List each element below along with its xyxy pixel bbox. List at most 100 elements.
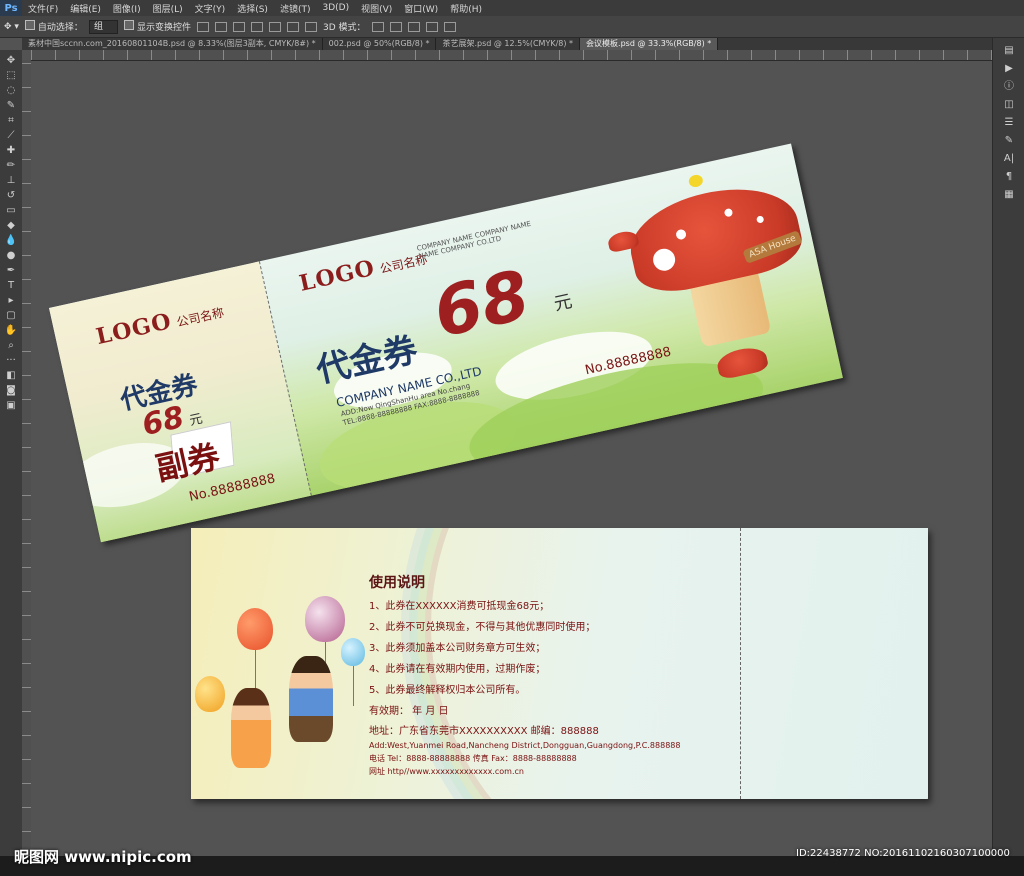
3d-rotate-icon[interactable] bbox=[371, 21, 384, 32]
stamp-icon[interactable]: ⊥ bbox=[4, 174, 18, 187]
hand-icon[interactable]: ✋ bbox=[4, 324, 18, 337]
options-bar: ✥ ▾ 自动选择： 组 显示变换控件 3D 模式： bbox=[0, 16, 1024, 38]
perforation-line bbox=[740, 528, 741, 799]
menu-edit[interactable]: 编辑(E) bbox=[64, 2, 107, 15]
mode-3d-label: 3D 模式： bbox=[322, 23, 366, 33]
main-amount: 68 bbox=[427, 255, 537, 354]
document-canvas[interactable]: LOGO 公司名称 代金券 68 元 副券 No.88888888 LOGO 公… bbox=[31, 61, 992, 856]
blur-icon[interactable]: 💧 bbox=[4, 234, 18, 247]
properties-panel-icon[interactable]: ▶ bbox=[1000, 62, 1018, 76]
show-transform-checkbox[interactable]: 显示变换控件 bbox=[123, 20, 191, 33]
move-icon[interactable]: ✥ bbox=[4, 54, 18, 67]
rule-item: 4、此券请在有效期内使用，过期作废； bbox=[369, 664, 546, 675]
menu-bar: Ps 文件(F) 编辑(E) 图像(I) 图层(L) 文字(Y) 选择(S) 滤… bbox=[0, 0, 1024, 16]
balloon bbox=[341, 638, 365, 666]
voucher-front: LOGO 公司名称 代金券 68 元 副券 No.88888888 LOGO 公… bbox=[49, 143, 843, 543]
lasso-icon[interactable]: ◌ bbox=[4, 84, 18, 97]
history-brush-icon[interactable]: ↺ bbox=[4, 189, 18, 202]
marquee-icon[interactable]: ⬚ bbox=[4, 69, 18, 82]
document-tab[interactable]: 002.psd @ 50%(RGB/8) * bbox=[323, 38, 437, 50]
paragraph-panel-icon[interactable]: ¶ bbox=[1000, 170, 1018, 184]
menu-select[interactable]: 选择(S) bbox=[231, 2, 274, 15]
brush-icon[interactable]: ✏ bbox=[4, 159, 18, 172]
menu-image[interactable]: 图像(I) bbox=[107, 2, 147, 15]
balloon-string bbox=[353, 666, 354, 706]
shape-icon[interactable]: ▢ bbox=[4, 309, 18, 322]
contact-info: 地址：广东省东莞市XXXXXXXXXX 邮编：888888 Add:West,Y… bbox=[369, 724, 680, 778]
watermark-right: ID:22438772 NO:20161102160307100000 bbox=[796, 848, 1010, 859]
pen-icon[interactable]: ✒ bbox=[4, 264, 18, 277]
validity-line: 有效期： 年 月 日 bbox=[369, 706, 449, 717]
girl-illustration bbox=[231, 688, 271, 768]
distribute-icon[interactable] bbox=[304, 21, 317, 32]
chick-illustration bbox=[687, 173, 704, 189]
menu-file[interactable]: 文件(F) bbox=[22, 2, 64, 15]
menu-type[interactable]: 文字(Y) bbox=[189, 2, 232, 15]
3d-slide-icon[interactable] bbox=[425, 21, 438, 32]
mushroom-spot bbox=[651, 246, 678, 273]
photoshop-logo: Ps bbox=[0, 0, 22, 16]
3d-scale-icon[interactable] bbox=[443, 21, 456, 32]
zoom-icon[interactable]: ⌕ bbox=[4, 339, 18, 352]
document-tab[interactable]: 茶艺展架.psd @ 12.5%(CMYK/8) * bbox=[436, 38, 581, 50]
character-panel-icon[interactable]: A| bbox=[1000, 152, 1018, 166]
voucher-back: 使用说明 1、此券在XXXXXX消费可抵现金68元； 2、此券不可兑换现金，不得… bbox=[191, 528, 928, 799]
screen-mode-icon[interactable]: ▣ bbox=[4, 399, 18, 412]
mushroom-spot bbox=[756, 215, 765, 224]
info-panel-icon[interactable]: ⓘ bbox=[1000, 80, 1018, 94]
path-select-icon[interactable]: ▸ bbox=[4, 294, 18, 307]
eyedropper-icon[interactable]: ⟋ bbox=[4, 129, 18, 142]
eraser-icon[interactable]: ▭ bbox=[4, 204, 18, 217]
web-line: 网址 http//www.xxxxxxxxxxxxx.com.cn bbox=[369, 767, 524, 776]
channels-panel-icon[interactable]: ☰ bbox=[1000, 116, 1018, 130]
menu-3d[interactable]: 3D(D) bbox=[316, 3, 355, 13]
main-company-en: COMPANY NAME COMPANY NAME NAME COMPANY C… bbox=[416, 220, 533, 261]
horizontal-ruler bbox=[31, 50, 992, 61]
toolbox: ✥ ⬚ ◌ ✎ ⌗ ⟋ ✚ ✏ ⊥ ↺ ▭ ◆ 💧 ● ✒ T ▸ ▢ ✋ ⌕ … bbox=[0, 50, 22, 860]
right-panel-dock: ▤ ▶ ⓘ ◫ ☰ ✎ A| ¶ ▦ bbox=[992, 38, 1024, 862]
more-tools-icon[interactable]: ··· bbox=[4, 354, 18, 367]
layers-panel-icon[interactable]: ◫ bbox=[1000, 98, 1018, 112]
brush-panel-icon[interactable]: ✎ bbox=[1000, 134, 1018, 148]
auto-select-label: 自动选择： bbox=[37, 23, 83, 33]
mushroom-spot bbox=[723, 207, 734, 218]
boy-illustration bbox=[289, 656, 333, 742]
align-left-icon[interactable] bbox=[250, 21, 263, 32]
small-mushroom bbox=[714, 344, 770, 381]
auto-select-dropdown[interactable]: 组 bbox=[88, 19, 118, 34]
quick-mask-icon[interactable]: ◙ bbox=[4, 384, 18, 397]
align-center-icon[interactable] bbox=[268, 21, 281, 32]
document-tab-active[interactable]: 会议模板.psd @ 33.3%(RGB/8) * bbox=[580, 38, 719, 50]
3d-roll-icon[interactable] bbox=[389, 21, 402, 32]
menu-filter[interactable]: 滤镜(T) bbox=[274, 2, 317, 15]
menu-layer[interactable]: 图层(L) bbox=[147, 2, 189, 15]
usage-instructions: 使用说明 1、此券在XXXXXX消费可抵现金68元； 2、此券不可兑换现金，不得… bbox=[369, 572, 595, 722]
rule-item: 1、此券在XXXXXX消费可抵现金68元； bbox=[369, 601, 550, 612]
align-bottom-icon[interactable] bbox=[232, 21, 245, 32]
menu-view[interactable]: 视图(V) bbox=[355, 2, 398, 15]
watermark-left: 昵图网 www.nipic.com bbox=[14, 848, 192, 866]
auto-select-checkbox[interactable]: 自动选择： bbox=[24, 20, 83, 33]
align-right-icon[interactable] bbox=[286, 21, 299, 32]
menu-help[interactable]: 帮助(H) bbox=[444, 2, 488, 15]
align-top-icon[interactable] bbox=[196, 21, 209, 32]
phone-line: 电话 Tel：8888-88888888 传真 Fax：8888-8888888… bbox=[369, 754, 577, 763]
history-panel-icon[interactable]: ▤ bbox=[1000, 44, 1018, 58]
menu-window[interactable]: 窗口(W) bbox=[398, 2, 444, 15]
healing-icon[interactable]: ✚ bbox=[4, 144, 18, 157]
crop-icon[interactable]: ⌗ bbox=[4, 114, 18, 127]
dodge-icon[interactable]: ● bbox=[4, 249, 18, 262]
color-swatches-icon[interactable]: ◧ bbox=[4, 369, 18, 382]
move-tool-icon[interactable]: ✥ ▾ bbox=[4, 22, 19, 32]
quick-select-icon[interactable]: ✎ bbox=[4, 99, 18, 112]
3d-pan-icon[interactable] bbox=[407, 21, 420, 32]
rule-item: 3、此券须加盖本公司财务章方可生效； bbox=[369, 643, 546, 654]
balloon bbox=[237, 608, 273, 650]
balloon bbox=[305, 596, 345, 642]
align-middle-icon[interactable] bbox=[214, 21, 227, 32]
bucket-icon[interactable]: ◆ bbox=[4, 219, 18, 232]
3d-panel-icon[interactable]: ▦ bbox=[1000, 188, 1018, 202]
voucher-stub: LOGO 公司名称 代金券 68 元 副券 No.88888888 bbox=[49, 261, 311, 543]
document-tab[interactable]: 素材中国sccnn.com_20160801104B.psd @ 8.33%(图… bbox=[22, 38, 323, 50]
type-icon[interactable]: T bbox=[4, 279, 18, 292]
